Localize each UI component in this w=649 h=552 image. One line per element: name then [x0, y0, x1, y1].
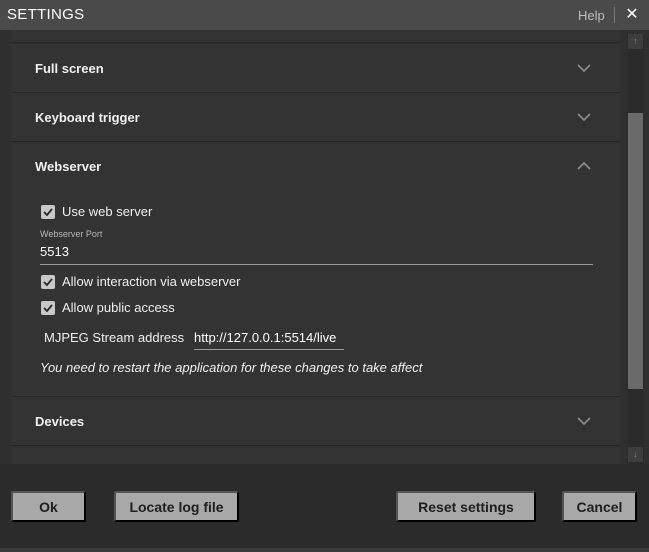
- use-web-server-checkbox[interactable]: [41, 204, 55, 219]
- close-icon[interactable]: ✕: [623, 5, 641, 25]
- check-icon: [43, 277, 53, 286]
- use-web-server-row[interactable]: Use web server: [41, 204, 152, 219]
- webserver-port-underline: [40, 264, 593, 265]
- allow-interaction-label: Allow interaction via webserver: [62, 274, 241, 289]
- scrollbar-thumb[interactable]: [628, 113, 643, 389]
- title-bar: SETTINGS Help ✕: [0, 0, 649, 30]
- chevron-up-icon[interactable]: [575, 157, 593, 175]
- title-separator: [614, 7, 615, 23]
- panel-title-full-screen: Full screen: [35, 61, 104, 76]
- use-web-server-label: Use web server: [62, 204, 153, 219]
- panel-devices: Devices: [11, 397, 620, 446]
- webserver-port-label: Webserver Port: [40, 229, 103, 239]
- window-title: SETTINGS: [7, 6, 85, 23]
- scroll-up-icon[interactable]: ↑: [628, 34, 643, 49]
- mjpeg-stream-label: MJPEG Stream address: [44, 330, 185, 345]
- check-icon: [43, 207, 53, 216]
- panel-keyboard-trigger: Keyboard trigger: [11, 93, 620, 142]
- panel-title-devices: Devices: [35, 414, 85, 429]
- webserver-port-input[interactable]: 5513: [40, 244, 69, 259]
- panel-title-keyboard-trigger: Keyboard trigger: [35, 110, 140, 125]
- window-bottom-border: [0, 548, 649, 552]
- dialog-footer: Ok Locate log file Reset settings Cancel: [0, 464, 649, 552]
- panel-full-screen: Full screen: [11, 44, 620, 93]
- ok-button[interactable]: Ok: [11, 491, 86, 522]
- panel-title-webserver: Webserver: [35, 159, 102, 174]
- panel-partial-bottom: [11, 446, 620, 464]
- mjpeg-stream-address-field[interactable]: http://127.0.0.1:5514/live: [194, 330, 336, 345]
- settings-content: Full screen Keyboard trigger Webserver U…: [0, 30, 649, 464]
- help-link[interactable]: Help: [578, 8, 605, 23]
- allow-public-access-checkbox[interactable]: [41, 300, 55, 315]
- panel-partial-top: [11, 30, 620, 43]
- chevron-down-icon[interactable]: [575, 59, 593, 77]
- mjpeg-stream-underline: [194, 349, 344, 350]
- allow-interaction-row[interactable]: Allow interaction via webserver: [41, 274, 240, 289]
- panel-webserver: Webserver Use web server Webserver Port …: [11, 142, 620, 397]
- panel-header-webserver[interactable]: Webserver: [11, 142, 620, 191]
- cancel-button[interactable]: Cancel: [562, 491, 637, 522]
- chevron-down-icon[interactable]: [575, 412, 593, 430]
- check-icon: [43, 303, 53, 312]
- vertical-scrollbar[interactable]: ↑ ↓: [627, 34, 644, 464]
- panel-header-full-screen[interactable]: Full screen: [11, 44, 620, 93]
- chevron-down-icon[interactable]: [575, 108, 593, 126]
- panel-header-keyboard-trigger[interactable]: Keyboard trigger: [11, 93, 620, 142]
- scroll-down-icon[interactable]: ↓: [628, 447, 643, 462]
- restart-note: You need to restart the application for …: [40, 360, 423, 375]
- panel-header-devices[interactable]: Devices: [11, 397, 620, 446]
- allow-interaction-checkbox[interactable]: [41, 274, 55, 289]
- allow-public-access-row[interactable]: Allow public access: [41, 300, 175, 315]
- reset-settings-button[interactable]: Reset settings: [396, 491, 536, 522]
- allow-public-access-label: Allow public access: [62, 300, 175, 315]
- locate-log-file-button[interactable]: Locate log file: [114, 491, 239, 522]
